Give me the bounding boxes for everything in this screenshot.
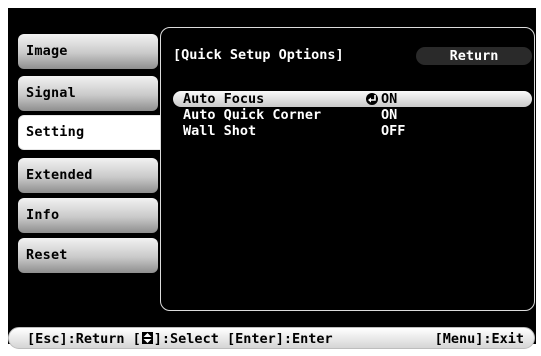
tab-image[interactable]: Image	[18, 34, 158, 69]
esc-hint: [Esc]:Return [	[27, 331, 141, 347]
option-label: Wall Shot	[183, 123, 257, 139]
help-bar: [Esc]:Return [ ]:Select [Enter]:Enter [Me…	[8, 327, 535, 349]
option-value: ON	[366, 91, 398, 107]
option-wall-shot[interactable]: Wall Shot OFF	[173, 123, 532, 139]
tab-signal[interactable]: Signal	[18, 76, 158, 111]
tab-label: Reset	[26, 247, 68, 263]
option-label: Auto Quick Corner	[183, 107, 322, 123]
tab-label: Setting	[26, 124, 85, 140]
return-button[interactable]: Return	[416, 47, 532, 65]
option-value-text: ON	[381, 91, 398, 107]
panel-title: [Quick Setup Options]	[173, 47, 344, 63]
option-label: Auto Focus	[183, 91, 265, 107]
select-enter-hint: ]:Select [Enter]:Enter	[153, 331, 333, 347]
tab-extended[interactable]: Extended	[18, 158, 158, 193]
option-value: ON	[381, 107, 398, 123]
enter-arrow-icon	[366, 93, 378, 105]
menu-exit-hint: [Menu]:Exit	[434, 331, 524, 347]
projector-menu-screen: Image Signal Setting Extended Info Reset…	[8, 8, 536, 344]
tab-label: Image	[26, 43, 68, 59]
options-panel: [Quick Setup Options] Return Auto Focus …	[160, 27, 535, 311]
up-down-arrows-icon	[141, 332, 153, 344]
help-bar-left: [Esc]:Return [ ]:Select [Enter]:Enter	[27, 328, 333, 350]
tab-setting[interactable]: Setting	[18, 115, 170, 150]
option-auto-focus[interactable]: Auto Focus ON	[173, 91, 532, 107]
tab-reset[interactable]: Reset	[18, 238, 158, 273]
option-value: OFF	[381, 123, 406, 139]
tab-label: Signal	[26, 85, 76, 101]
tab-label: Info	[26, 207, 60, 223]
tab-label: Extended	[26, 167, 93, 183]
option-auto-quick-corner[interactable]: Auto Quick Corner ON	[173, 107, 532, 123]
tab-info[interactable]: Info	[18, 198, 158, 233]
